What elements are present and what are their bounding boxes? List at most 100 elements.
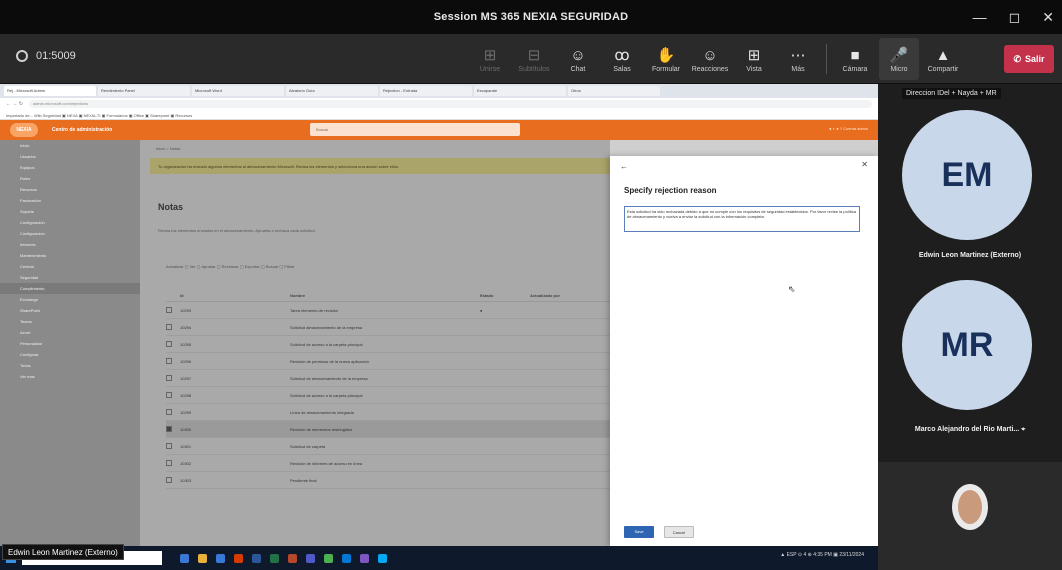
onenote-icon[interactable] bbox=[360, 553, 369, 563]
pin-icon[interactable]: ⌖ bbox=[1021, 426, 1025, 433]
sidenav-item[interactable]: Inicio bbox=[0, 140, 140, 151]
tool-chat[interactable]: ☺ Chat bbox=[558, 38, 598, 80]
browser-tab[interactable]: Aleatorio Guía bbox=[286, 86, 378, 96]
media-compartir[interactable]: ▲ Compartir bbox=[923, 38, 963, 80]
breadcrumb[interactable]: Inicio > Notas bbox=[156, 146, 180, 151]
row-checkbox[interactable] bbox=[166, 306, 172, 313]
sidenav-item[interactable]: Configuración bbox=[0, 217, 140, 228]
browser-tab[interactable]: Otros bbox=[568, 86, 660, 96]
outlook-icon[interactable] bbox=[342, 553, 351, 563]
media-micro[interactable]: 🎤 Micro bbox=[879, 38, 919, 80]
cancel-button[interactable]: Cancel bbox=[664, 526, 694, 538]
sidenav-item[interactable]: Azure bbox=[0, 327, 140, 338]
sidenav-item[interactable]: Equipos bbox=[0, 162, 140, 173]
word-icon[interactable] bbox=[252, 553, 261, 563]
media-cámara[interactable]: ■ Cámara bbox=[835, 38, 875, 80]
save-button[interactable]: Save bbox=[624, 526, 654, 538]
sidenav-item[interactable]: Todos bbox=[0, 360, 140, 371]
sidenav-item[interactable]: Exchange bbox=[0, 294, 140, 305]
url-field[interactable]: admin.microsoft.com/rejections bbox=[28, 100, 872, 108]
browser-tab[interactable]: Escaparate bbox=[474, 86, 566, 96]
minimize-icon[interactable]: — bbox=[973, 9, 987, 25]
browser-tab[interactable]: Microsoft Word bbox=[192, 86, 284, 96]
folder-icon[interactable] bbox=[198, 553, 207, 563]
row-checkbox[interactable] bbox=[166, 476, 172, 483]
tool-reacciones[interactable]: ☺ Reacciones bbox=[690, 38, 730, 80]
row-checkbox[interactable] bbox=[166, 442, 172, 449]
table-row[interactable]: 10297 Solicitud de almacenamiento de la e… bbox=[166, 370, 610, 387]
participant-tile[interactable]: Direccion IDel + Nayda + MR EM Edwin Leo… bbox=[878, 84, 1062, 268]
sidenav-item[interactable]: Roles bbox=[0, 173, 140, 184]
sidenav-item[interactable]: Ver más bbox=[0, 371, 140, 382]
sidenav-item[interactable]: Mantenimiento bbox=[0, 250, 140, 261]
tool-unirse[interactable]: ⊞ Unirse bbox=[470, 38, 510, 80]
sidenav-item[interactable]: Recursos bbox=[0, 184, 140, 195]
sidenav-item[interactable]: Personalizar bbox=[0, 338, 140, 349]
table-row[interactable]: 10296 Revisión de permisos de la nueva ap… bbox=[166, 353, 610, 370]
rejection-reason-field[interactable]: Esta solicitud ha sido rechazada debido … bbox=[624, 206, 860, 232]
sidenav-item[interactable]: SharePoint bbox=[0, 305, 140, 316]
store-icon[interactable] bbox=[378, 553, 387, 563]
command-bar[interactable]: Actualizar ▢ Ver ▢ Aprobar ▢ Rechazar ▢ … bbox=[166, 264, 295, 269]
column-header[interactable]: Id bbox=[180, 293, 290, 298]
sidenav-item[interactable]: Configuración bbox=[0, 228, 140, 239]
edge-icon[interactable] bbox=[216, 553, 225, 563]
powerpoint-icon[interactable] bbox=[288, 553, 297, 563]
browser-tab[interactable]: Rendimiento Panel bbox=[98, 86, 190, 96]
system-tray[interactable]: ▲ ESP ⊙ 4 ⊕ 4:35 PM ▣ 23/11/2024 bbox=[780, 552, 864, 558]
table-row[interactable]: 10298 Solicitud de acceso a la carpeta pr… bbox=[166, 387, 610, 404]
sidenav-item[interactable]: Teams bbox=[0, 316, 140, 327]
row-checkbox[interactable] bbox=[166, 323, 172, 330]
sidenav-item[interactable]: Configurar bbox=[0, 349, 140, 360]
sidenav-item[interactable]: Centros bbox=[0, 261, 140, 272]
tool-label: Más bbox=[791, 65, 805, 73]
sidenav-item[interactable]: Usuarios bbox=[0, 151, 140, 162]
chrome-icon[interactable] bbox=[324, 553, 333, 563]
row-checkbox[interactable] bbox=[166, 340, 172, 347]
leave-button[interactable]: ✆ Salir bbox=[1004, 45, 1054, 73]
self-video-tile[interactable] bbox=[878, 462, 1062, 570]
office-icon[interactable] bbox=[234, 553, 243, 563]
sidenav-item[interactable]: Soporte bbox=[0, 206, 140, 217]
row-checkbox[interactable] bbox=[166, 425, 172, 432]
table-row[interactable]: 10303 Pendiente final bbox=[166, 472, 610, 489]
row-checkbox[interactable] bbox=[166, 374, 172, 381]
tool-formular[interactable]: ✋ Formular bbox=[646, 38, 686, 80]
tool-vista[interactable]: ⊞ Vista bbox=[734, 38, 774, 80]
table-row[interactable]: 10300 Revisión de elementos restringidos bbox=[166, 421, 610, 438]
table-row[interactable]: 10299 Línea de almacenamiento integrada bbox=[166, 404, 610, 421]
row-checkbox[interactable] bbox=[166, 391, 172, 398]
sidenav-item[interactable]: Facturación bbox=[0, 195, 140, 206]
sidenav-item[interactable]: Cumplimiento bbox=[0, 283, 140, 294]
row-checkbox[interactable] bbox=[166, 357, 172, 364]
table-row[interactable]: 10302 Revisión de informes de acceso en l… bbox=[166, 455, 610, 472]
tool-más[interactable]: ⋯ Más bbox=[778, 38, 818, 80]
column-header[interactable]: Actualizado por bbox=[530, 293, 610, 298]
column-header[interactable]: Nombre bbox=[290, 293, 480, 298]
bookmarks-bar[interactable]: Importado de... Wiki Seguridad ▣ NEXA ▣ … bbox=[0, 110, 878, 120]
browser-tab[interactable]: Rejection - Entrada bbox=[380, 86, 472, 96]
app-search-input[interactable]: Buscar bbox=[310, 123, 520, 136]
tool-salas[interactable]: ꝏ Salas bbox=[602, 38, 642, 80]
table-row[interactable]: 10294 Solicitud almacenamiento de la empr… bbox=[166, 319, 610, 336]
row-checkbox[interactable] bbox=[166, 459, 172, 466]
row-checkbox[interactable] bbox=[166, 408, 172, 415]
participant-tile[interactable]: MR Marco Alejandro del Rio Marti... ⌖ bbox=[878, 268, 1062, 462]
table-row[interactable]: 10293 Tarea elemento de revisión ● bbox=[166, 302, 610, 319]
back-arrow-icon[interactable]: ← bbox=[620, 162, 628, 171]
table-row[interactable]: 10295 Solicitud de acceso a la carpeta pr… bbox=[166, 336, 610, 353]
column-header[interactable]: Estado bbox=[480, 293, 530, 298]
file-explorer-icon[interactable] bbox=[180, 553, 189, 563]
sidenav-item[interactable]: Seguridad bbox=[0, 272, 140, 283]
excel-icon[interactable] bbox=[270, 553, 279, 563]
table-row[interactable]: 10301 Solicitud de carpeta bbox=[166, 438, 610, 455]
maximize-icon[interactable]: ◻ bbox=[1009, 9, 1021, 26]
close-icon[interactable]: ✕ bbox=[1042, 9, 1054, 26]
sidenav-item[interactable]: Informes bbox=[0, 239, 140, 250]
teams-icon[interactable] bbox=[306, 553, 315, 563]
tool-subtítulos[interactable]: ⊟ Subtítulos bbox=[514, 38, 554, 80]
close-icon[interactable]: ✕ bbox=[861, 160, 868, 169]
nav-arrows-icon[interactable]: ← → ↻ bbox=[6, 101, 23, 107]
app-header-links[interactable]: ● ◐ ● ? Cuenta admin bbox=[829, 126, 868, 131]
browser-tab[interactable]: Rej - Microsoft Admin bbox=[4, 86, 96, 96]
